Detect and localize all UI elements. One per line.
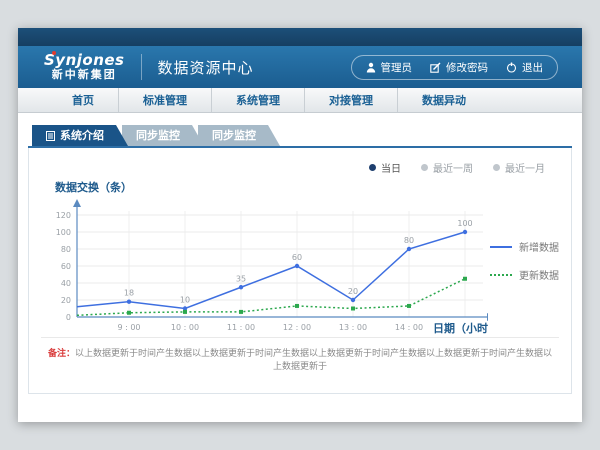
svg-text:12 : 00: 12 : 00: [283, 323, 311, 332]
main-nav: 首页标准管理系统管理对接管理数据异动: [18, 88, 582, 113]
chart-row: 0 20 40 60 80 100 120 9 : 00 10 : 00 11 : 00 12 : …: [41, 195, 559, 335]
legend-label: 新增数据: [519, 239, 559, 254]
brand-subtitle: 新中新集团: [44, 69, 125, 81]
svg-text:60: 60: [61, 262, 71, 271]
footnote-prefix: 备注：: [48, 349, 75, 359]
svg-text:80: 80: [404, 236, 414, 245]
period-option-2[interactable]: 最近一月: [493, 160, 545, 175]
svg-text:100: 100: [56, 228, 71, 237]
tab-1[interactable]: 同步监控: [122, 125, 204, 146]
app-window: Synjones 新中新集团 数据资源中心 管理员 修改密码: [18, 28, 582, 422]
power-icon: [506, 62, 517, 73]
legend-item-0[interactable]: 新增数据: [490, 239, 559, 254]
content-area: 系统介绍 同步监控 同步监控 当日 最近一周 最近一月 数据交换（条） 0 20 40 60 8…: [18, 113, 582, 394]
nav-item-0[interactable]: 首页: [48, 88, 118, 112]
user-icon: [366, 62, 376, 73]
tab-bar: 系统介绍 同步监控 同步监控: [28, 125, 572, 148]
svg-text:60: 60: [292, 253, 302, 262]
nav-item-2[interactable]: 系统管理: [211, 88, 304, 112]
chart-legend: 新增数据更新数据: [490, 239, 559, 335]
nav-item-3[interactable]: 对接管理: [304, 88, 397, 112]
page-title: 数据资源中心: [158, 57, 254, 78]
tab-label: 同步监控: [136, 125, 180, 146]
tab-label: 系统介绍: [60, 125, 104, 146]
admin-user-button[interactable]: 管理员: [366, 60, 413, 75]
nav-item-1[interactable]: 标准管理: [118, 88, 211, 112]
svg-text:13 : 00: 13 : 00: [339, 323, 367, 332]
svg-text:0: 0: [66, 313, 71, 322]
period-option-1[interactable]: 最近一周: [421, 160, 473, 175]
period-option-0[interactable]: 当日: [369, 160, 401, 175]
tab-0[interactable]: 系统介绍: [32, 125, 128, 146]
period-option-label: 当日: [381, 160, 401, 175]
svg-text:10: 10: [180, 296, 190, 305]
svg-text:20: 20: [61, 296, 71, 305]
document-icon: [46, 131, 55, 141]
svg-text:18: 18: [124, 289, 134, 298]
radio-dot-icon: [493, 164, 500, 171]
tab-2[interactable]: 同步监控: [198, 125, 280, 146]
app-header: Synjones 新中新集团 数据资源中心 管理员 修改密码: [18, 46, 582, 88]
radio-dot-icon: [421, 164, 428, 171]
brand-name: Synjones: [44, 53, 125, 69]
svg-text:35: 35: [236, 274, 246, 283]
svg-text:14 : 00: 14 : 00: [395, 323, 423, 332]
svg-text:11 : 00: 11 : 00: [227, 323, 255, 332]
admin-label: 管理员: [381, 60, 413, 75]
period-option-label: 最近一周: [433, 160, 473, 175]
svg-text:40: 40: [61, 279, 71, 288]
header-divider: [141, 54, 142, 80]
tab-label: 同步监控: [212, 125, 256, 146]
nav-item-4[interactable]: 数据异动: [397, 88, 490, 112]
svg-text:120: 120: [56, 211, 71, 220]
chart-panel: 当日 最近一周 最近一月 数据交换（条） 0 20 40 60 80 100 120 9 : 00…: [28, 148, 572, 394]
y-axis-title: 数据交换（条）: [55, 179, 559, 195]
legend-line-sample: [490, 246, 512, 248]
brand-logo: Synjones 新中新集团: [44, 53, 125, 80]
logout-label: 退出: [522, 60, 543, 75]
change-password-button[interactable]: 修改密码: [430, 60, 488, 75]
period-selector: 当日 最近一周 最近一月: [41, 154, 559, 175]
window-top-strip: [18, 28, 582, 46]
footnote: 备注：以上数据更新于时间产生数据以上数据更新于时间产生数据以上数据更新于时间产生…: [41, 337, 559, 373]
change-password-label: 修改密码: [446, 60, 488, 75]
user-controls: 管理员 修改密码 退出: [351, 55, 559, 80]
logout-button[interactable]: 退出: [506, 60, 543, 75]
line-chart: 0 20 40 60 80 100 120 9 : 00 10 : 00 11 : 00 12 : …: [41, 195, 488, 335]
footnote-text: 以上数据更新于时间产生数据以上数据更新于时间产生数据以上数据更新于时间产生数据以…: [75, 349, 552, 372]
period-option-label: 最近一月: [505, 160, 545, 175]
legend-line-sample: [490, 274, 512, 276]
legend-item-1[interactable]: 更新数据: [490, 267, 559, 282]
svg-text:9 : 00: 9 : 00: [117, 323, 140, 332]
legend-label: 更新数据: [519, 267, 559, 282]
svg-text:20: 20: [348, 287, 358, 296]
svg-text:10 : 00: 10 : 00: [171, 323, 199, 332]
svg-text:80: 80: [61, 245, 71, 254]
edit-icon: [430, 62, 441, 73]
svg-text:日期（小时）: 日期（小时）: [433, 321, 488, 335]
svg-text:100: 100: [457, 219, 472, 228]
radio-dot-icon: [369, 164, 376, 171]
